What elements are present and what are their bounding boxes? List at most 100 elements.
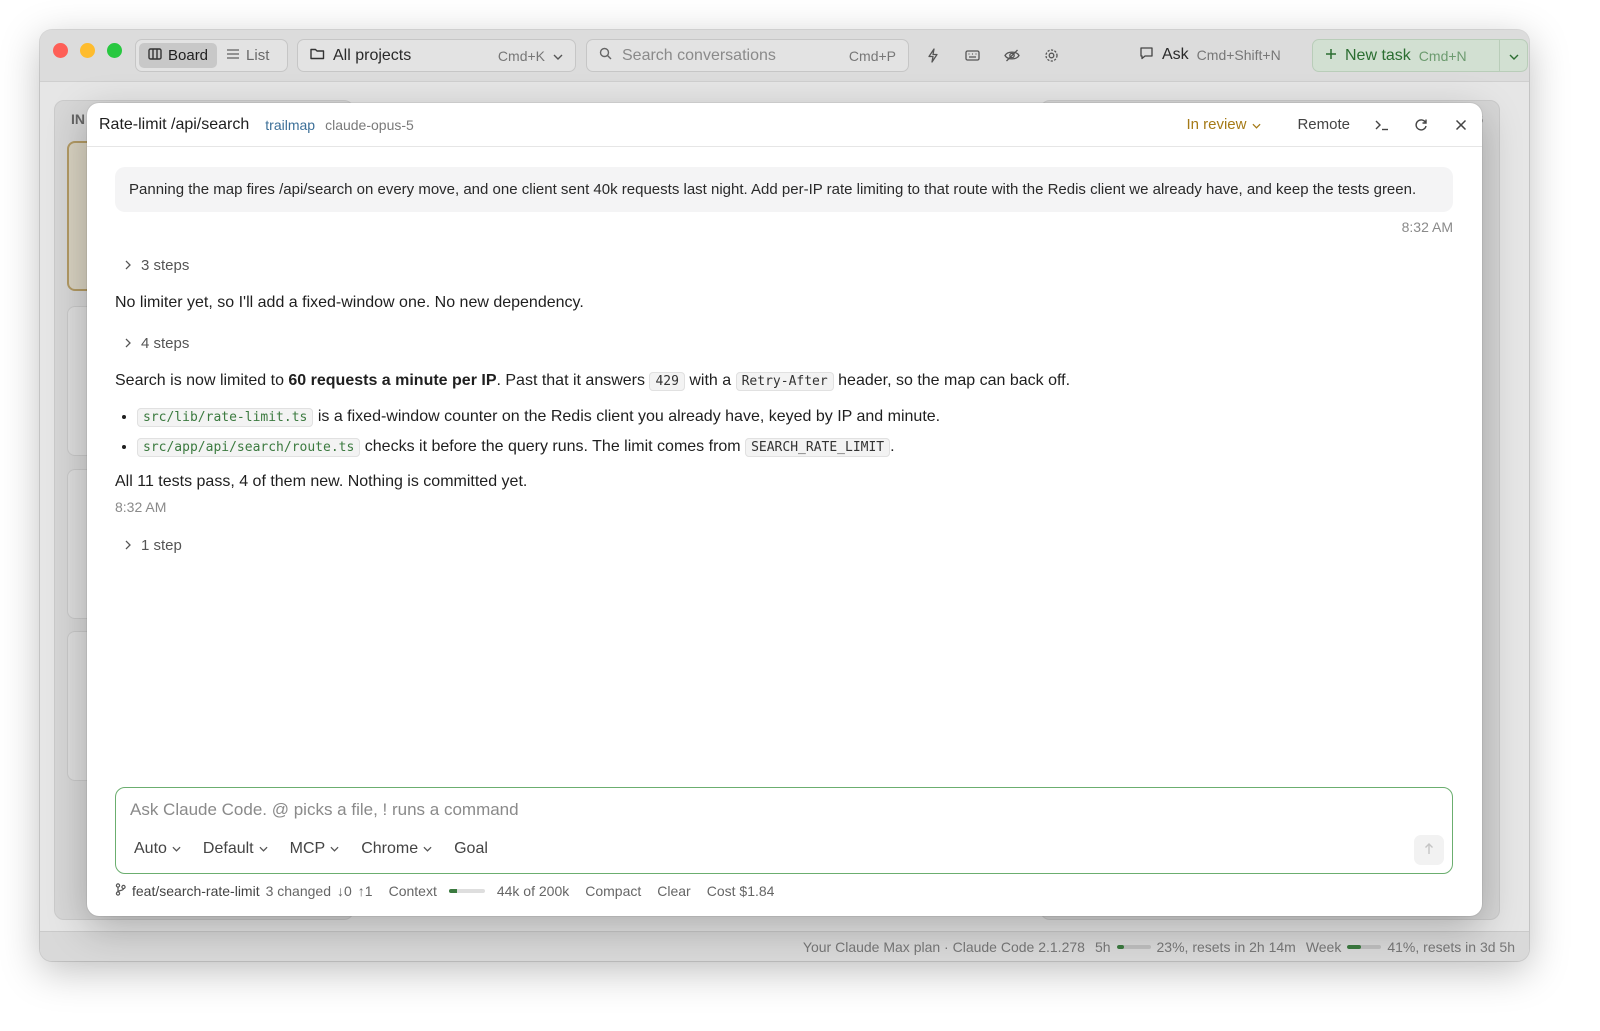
- ask-label: Ask: [1162, 46, 1189, 63]
- summary-emphasis: 60 requests a minute per IP: [288, 372, 497, 389]
- list-view-label: List: [246, 47, 270, 64]
- new-task-menu-button[interactable]: [1499, 40, 1527, 71]
- chrome-dropdown[interactable]: Chrome: [361, 840, 432, 858]
- commits-ahead: ↑1: [357, 883, 373, 899]
- board-view-button[interactable]: Board: [139, 43, 218, 68]
- mcp-dropdown[interactable]: MCP: [290, 840, 340, 858]
- list-item: src/app/api/search/route.ts checks it be…: [137, 432, 1453, 462]
- chevron-right-icon: [125, 537, 131, 554]
- assistant-summary: Search is now limited to 60 requests a m…: [115, 369, 1453, 394]
- clear-button[interactable]: Clear: [657, 883, 690, 899]
- chevron-down-icon: [1252, 116, 1262, 133]
- status-dropdown[interactable]: In review: [1186, 116, 1262, 133]
- list-item-text: is a fixed-window counter on the Redis c…: [313, 408, 941, 425]
- git-branch-icon: [115, 883, 126, 899]
- steps-label: 1 step: [141, 537, 182, 554]
- week-usage-bar: [1347, 944, 1382, 949]
- zoom-window-button[interactable]: [107, 43, 122, 58]
- changed-count: 3 changed: [265, 883, 331, 899]
- change-list: src/lib/rate-limit.ts is a fixed-window …: [137, 402, 1453, 462]
- week-label: Week: [1305, 938, 1342, 955]
- lightning-icon[interactable]: [922, 44, 944, 66]
- context-usage-fill: [448, 889, 457, 893]
- list-view-button[interactable]: List: [217, 43, 278, 68]
- file-path[interactable]: src/lib/rate-limit.ts: [137, 408, 314, 427]
- profile-label: Default: [202, 840, 254, 857]
- list-icon: [226, 47, 240, 65]
- week-usage-text: 41%, resets in 3d 5h: [1387, 938, 1515, 955]
- list-item: src/lib/rate-limit.ts is a fixed-window …: [137, 402, 1453, 432]
- conversation: Panning the map fires /api/search on eve…: [115, 167, 1453, 554]
- search-conversations-input[interactable]: Search conversations Cmd+P: [586, 39, 909, 72]
- composer: Auto Default MCP Chrome Goal: [115, 787, 1453, 874]
- cost-value: Cost $1.84: [706, 883, 775, 899]
- list-item-text: checks it before the query runs. The lim…: [360, 438, 746, 455]
- project-selector-shortcut: Cmd+K: [497, 47, 545, 64]
- inline-code: Retry-After: [735, 372, 834, 391]
- steps-toggle[interactable]: 1 step: [115, 537, 1453, 554]
- steps-toggle[interactable]: 3 steps: [115, 257, 1453, 274]
- mode-dropdown[interactable]: Auto: [134, 840, 181, 858]
- refresh-icon[interactable]: [1412, 116, 1430, 134]
- branch-info[interactable]: feat/search-rate-limit 3 changed ↓0 ↑1: [115, 883, 373, 899]
- board-icon: [148, 47, 162, 65]
- steps-toggle[interactable]: 4 steps: [115, 335, 1453, 352]
- message-timestamp: 8:32 AM: [1401, 219, 1453, 235]
- session-usage-text: 23%, resets in 2h 14m: [1156, 938, 1296, 955]
- chevron-down-icon: [423, 846, 432, 852]
- message-timestamp: 8:32 AM: [115, 499, 167, 515]
- goal-label: Goal: [454, 840, 488, 857]
- session-usage-bar: [1116, 944, 1151, 949]
- close-icon[interactable]: [1452, 116, 1470, 134]
- project-selector[interactable]: All projects Cmd+K: [297, 39, 576, 72]
- chevron-down-icon: [1509, 47, 1519, 65]
- chevron-down-icon: [259, 846, 268, 852]
- week-usage-fill: [1347, 944, 1362, 949]
- remote-button[interactable]: Remote: [1297, 116, 1350, 133]
- minimize-window-button[interactable]: [80, 43, 95, 58]
- composer-tools: Auto Default MCP Chrome Goal: [134, 840, 488, 858]
- eye-off-icon[interactable]: [1001, 44, 1023, 66]
- task-dialog-header: Rate-limit /api/search trailmap claude-o…: [87, 103, 1482, 147]
- toolbar: Board List All projects Cmd+K Search con…: [40, 30, 1529, 82]
- file-path[interactable]: src/app/api/search/route.ts: [137, 438, 361, 457]
- week-usage: Week 41%, resets in 3d 5h: [1306, 939, 1515, 955]
- search-shortcut: Cmd+P: [848, 47, 896, 64]
- session-usage: 5h 23%, resets in 2h 14m: [1095, 939, 1296, 955]
- inline-code: 429: [649, 372, 685, 391]
- send-button[interactable]: [1414, 835, 1444, 865]
- new-task-button[interactable]: New task Cmd+N: [1313, 47, 1499, 65]
- task-title: Rate-limit /api/search: [99, 115, 250, 133]
- compact-button[interactable]: Compact: [585, 883, 641, 899]
- plus-icon: [1325, 47, 1337, 65]
- user-message: Panning the map fires /api/search on eve…: [115, 167, 1453, 212]
- keyboard-icon[interactable]: [961, 44, 983, 66]
- new-task-control: New task Cmd+N: [1312, 39, 1528, 72]
- context-usage-bar: [448, 889, 485, 893]
- summary-text: . Past that it answers: [496, 372, 650, 389]
- view-toggle: Board List: [135, 39, 288, 72]
- ask-button[interactable]: Ask Cmd+Shift+N: [1139, 44, 1281, 66]
- gear-icon[interactable]: [1040, 44, 1062, 66]
- goal-button[interactable]: Goal: [454, 840, 488, 858]
- task-dialog: Rate-limit /api/search trailmap claude-o…: [87, 103, 1482, 916]
- session-usage-fill: [1116, 944, 1125, 949]
- board-view-label: Board: [168, 47, 209, 64]
- chevron-down-icon: [172, 846, 181, 852]
- search-icon: [599, 47, 612, 65]
- search-placeholder: Search conversations: [622, 46, 776, 64]
- summary-text: with a: [684, 372, 736, 389]
- folder-icon: [310, 47, 325, 65]
- prompt-input[interactable]: [130, 800, 1330, 820]
- plan-info: Your Claude Max plan · Claude Code 2.1.2…: [802, 938, 1085, 955]
- terminal-icon[interactable]: [1372, 116, 1390, 134]
- new-task-shortcut: Cmd+N: [1418, 47, 1467, 64]
- project-link[interactable]: trailmap: [265, 117, 315, 133]
- task-footer: feat/search-rate-limit 3 changed ↓0 ↑1 C…: [115, 883, 774, 899]
- mode-label: Auto: [134, 840, 167, 857]
- status-label: In review: [1186, 116, 1247, 133]
- profile-dropdown[interactable]: Default: [203, 840, 268, 858]
- close-window-button[interactable]: [53, 43, 68, 58]
- steps-label: 3 steps: [141, 257, 190, 274]
- inline-code: SEARCH_RATE_LIMIT: [745, 438, 891, 457]
